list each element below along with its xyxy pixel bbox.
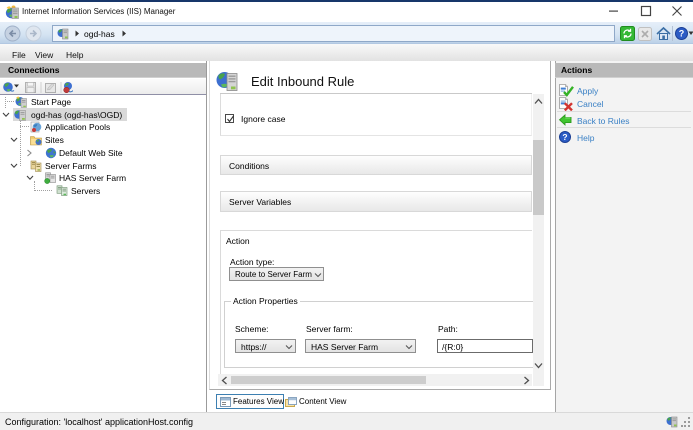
svg-text:?: ? [679, 29, 685, 39]
svg-text:?: ? [562, 132, 567, 142]
